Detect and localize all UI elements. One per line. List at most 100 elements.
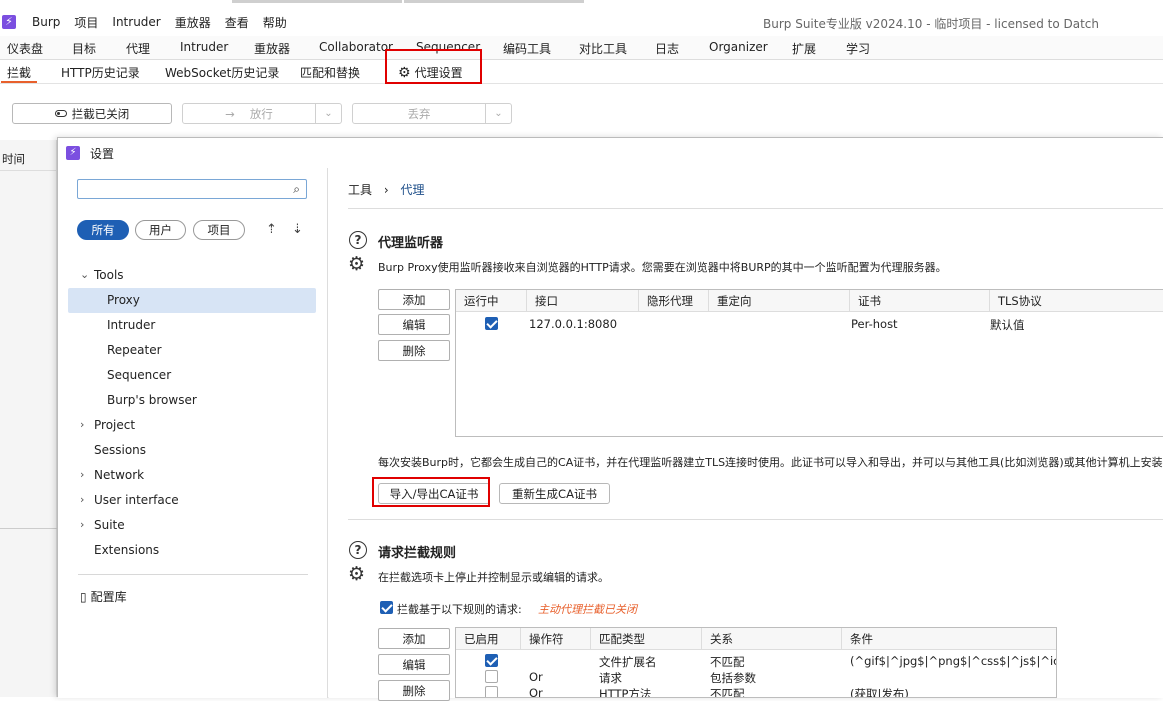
column-header[interactable]: 已启用 — [456, 628, 521, 650]
regenerate-ca-button[interactable]: 重新生成CA证书 — [499, 483, 610, 504]
rule-add-button[interactable]: 添加 — [378, 628, 450, 649]
rule-enabled-checkbox[interactable] — [485, 670, 498, 683]
burp-logo-icon: ⚡ — [2, 15, 16, 29]
book-icon: ▯ — [80, 590, 87, 604]
rule-enabled-checkbox[interactable] — [485, 686, 498, 697]
tab-collaborator[interactable]: Collaborator — [319, 40, 393, 54]
chevron-right-icon: › — [80, 468, 85, 481]
expand-all-icon[interactable]: ⇡ — [266, 222, 277, 237]
divider — [78, 574, 308, 575]
forward-button[interactable]: → 放行 ⌄ — [182, 103, 342, 124]
divider — [0, 170, 57, 171]
column-header[interactable]: 关系 — [702, 628, 842, 650]
tab-http-history[interactable]: HTTP历史记录 — [61, 64, 140, 81]
drop-button[interactable]: 丢弃 ⌄ — [352, 103, 512, 124]
tree-item-repeater[interactable]: Repeater — [107, 340, 162, 360]
config-library-link[interactable]: ▯ 配置库 — [80, 587, 127, 607]
chevron-right-icon: › — [80, 418, 85, 431]
breadcrumb-current: 代理 — [400, 183, 425, 197]
column-header[interactable]: 匹配类型 — [591, 628, 702, 650]
help-icon[interactable]: ? — [349, 541, 367, 559]
tab-target[interactable]: 目标 — [72, 40, 96, 57]
tree-item-sessions[interactable]: Sessions — [94, 440, 146, 460]
tab-intercept[interactable]: 拦截 — [0, 64, 38, 83]
tree-item-sequencer[interactable]: Sequencer — [107, 365, 171, 385]
settings-content: 工具 › 代理 ? 代理监听器 ⚙ Burp Proxy使用监听器接收来自浏览器… — [329, 168, 1163, 701]
divider — [348, 208, 1163, 209]
rule-edit-button[interactable]: 编辑 — [378, 654, 450, 675]
gear-icon[interactable]: ⚙ — [348, 255, 365, 274]
tab-comparer[interactable]: 对比工具 — [579, 40, 627, 57]
intercept-rules-checkbox[interactable] — [380, 601, 393, 614]
tab-dashboard[interactable]: 仪表盘 — [7, 40, 43, 57]
listener-running-checkbox[interactable] — [485, 317, 498, 330]
tree-label: User interface — [94, 493, 179, 507]
menu-help[interactable]: 帮助 — [263, 14, 287, 31]
tab-logger[interactable]: 日志 — [655, 40, 679, 57]
settings-sidebar: ⌕ 所有 用户 项目 ⇡ ⇣ ⌄ Tools Proxy Intruder Rep… — [58, 168, 328, 698]
chevron-down-icon[interactable]: ⌄ — [315, 104, 341, 123]
tree-item-burps-browser[interactable]: Burp's browser — [107, 390, 197, 410]
column-header[interactable]: 接口 — [527, 290, 639, 312]
rule-enabled-checkbox[interactable] — [485, 654, 498, 667]
listener-tls: 默认值 — [990, 318, 1025, 332]
tab-learn[interactable]: 学习 — [846, 40, 870, 57]
listener-remove-button[interactable]: 删除 — [378, 340, 450, 361]
chevron-down-icon: ⌄ — [80, 268, 90, 281]
tab-organizer[interactable]: Organizer — [709, 40, 768, 54]
column-header[interactable]: 条件 — [842, 628, 1056, 650]
menu-burp[interactable]: Burp — [32, 15, 60, 29]
tree-label: Network — [94, 468, 145, 482]
divider — [0, 528, 57, 529]
tab-decoder[interactable]: 编码工具 — [503, 40, 551, 57]
gear-icon[interactable]: ⚙ — [348, 565, 365, 584]
intercept-toggle-button[interactable]: 拦截已关闭 — [12, 103, 172, 124]
menu-intruder[interactable]: Intruder — [112, 15, 160, 29]
collapse-all-icon[interactable]: ⇣ — [292, 222, 303, 237]
proxy-tab-bar: 拦截 HTTP历史记录 WebSocket历史记录 匹配和替换 ⚙ 代理设置 — [0, 60, 1163, 84]
help-icon[interactable]: ? — [349, 231, 367, 249]
rule-relation: 包括参数 — [710, 671, 756, 685]
column-header[interactable]: 证书 — [850, 290, 990, 312]
tree-item-tools[interactable]: ⌄ Tools — [80, 265, 124, 285]
tab-repeater[interactable]: 重放器 — [254, 40, 290, 57]
tab-intruder[interactable]: Intruder — [180, 40, 228, 54]
tree-item-proxy[interactable]: Proxy — [107, 290, 140, 310]
column-header[interactable]: 重定向 — [709, 290, 850, 312]
tab-proxy[interactable]: 代理 — [126, 40, 150, 57]
rule-type: 文件扩展名 — [599, 655, 657, 669]
dialog-title-bar: ⚡ 设置 — [58, 138, 1163, 168]
intercept-description: 在拦截选项卡上停止并控制显示或编辑的请求。 — [378, 571, 609, 584]
filter-project[interactable]: 项目 — [193, 220, 245, 240]
search-icon: ⌕ — [293, 182, 300, 196]
filter-user[interactable]: 用户 — [135, 220, 186, 240]
column-header[interactable]: 隐形代理 — [639, 290, 709, 312]
tab-extensions[interactable]: 扩展 — [792, 40, 816, 57]
tree-item-user-interface[interactable]: › User interface — [80, 490, 179, 510]
column-header[interactable]: TLS协议 — [990, 290, 1163, 312]
tree-label: Project — [94, 418, 136, 432]
settings-search-input[interactable]: ⌕ — [77, 179, 307, 199]
tree-item-network[interactable]: › Network — [80, 465, 145, 485]
rule-remove-button[interactable]: 删除 — [378, 680, 450, 701]
menu-project[interactable]: 项目 — [74, 14, 98, 31]
breadcrumb-root[interactable]: 工具 — [348, 183, 372, 197]
menu-repeater[interactable]: 重放器 — [175, 14, 211, 31]
tab-websocket-history[interactable]: WebSocket历史记录 — [165, 64, 279, 81]
strip-segment — [232, 0, 402, 3]
drop-label: 丢弃 — [407, 106, 431, 121]
tree-item-project[interactable]: › Project — [80, 415, 136, 435]
tree-label: Suite — [94, 518, 125, 532]
filter-all[interactable]: 所有 — [77, 220, 129, 240]
menu-view[interactable]: 查看 — [225, 14, 249, 31]
tree-item-suite[interactable]: › Suite — [80, 515, 125, 535]
listener-add-button[interactable]: 添加 — [378, 289, 450, 310]
chevron-down-icon[interactable]: ⌄ — [485, 104, 511, 123]
tree-item-extensions[interactable]: Extensions — [94, 540, 159, 560]
column-header[interactable]: 运行中 — [456, 290, 527, 312]
tab-match-replace[interactable]: 匹配和替换 — [300, 64, 360, 81]
tree-item-intruder[interactable]: Intruder — [107, 315, 155, 335]
column-header[interactable]: 操作符 — [521, 628, 591, 650]
listener-edit-button[interactable]: 编辑 — [378, 314, 450, 335]
highlight-box — [372, 477, 490, 507]
